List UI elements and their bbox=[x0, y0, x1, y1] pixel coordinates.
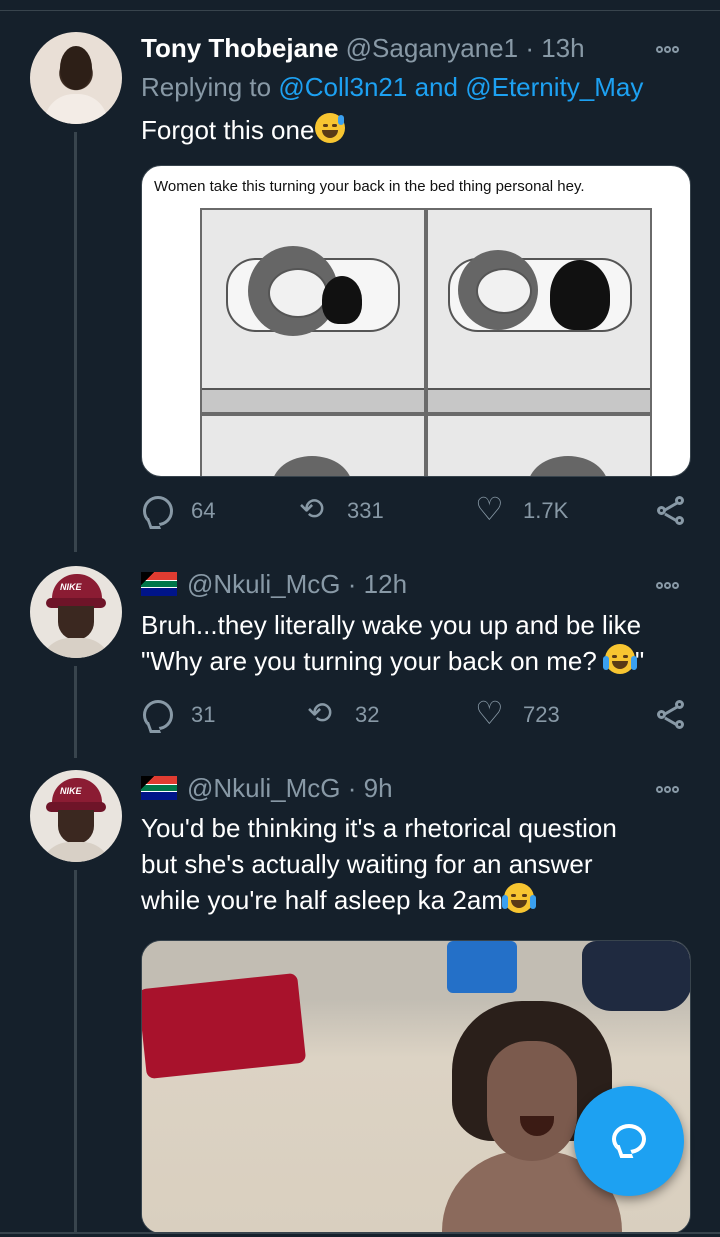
avatar[interactable]: NIKE bbox=[30, 770, 122, 862]
handle[interactable]: @Nkuli_McG bbox=[187, 773, 341, 803]
comic-panel bbox=[200, 414, 426, 476]
like-count: 1.7K bbox=[523, 498, 569, 523]
south-africa-flag-icon bbox=[141, 572, 177, 596]
reply-button[interactable]: 64 bbox=[143, 496, 215, 526]
retweet-button[interactable]: 331 bbox=[299, 492, 384, 527]
reply-count: 31 bbox=[191, 702, 216, 727]
display-name[interactable]: Tony Thobejane bbox=[141, 33, 338, 63]
replying-to: Replying to @Coll3n21 and @Eternity_May bbox=[141, 72, 644, 102]
bottom-divider bbox=[0, 1232, 720, 1234]
retweet-icon bbox=[299, 492, 329, 527]
tears-of-joy-emoji-icon bbox=[501, 883, 536, 913]
thread-line bbox=[74, 666, 77, 758]
share-button[interactable] bbox=[657, 700, 705, 730]
avatar[interactable]: NIKE bbox=[30, 566, 122, 658]
tweet-actions: 31 32 723 bbox=[141, 694, 701, 740]
more-options-icon[interactable] bbox=[656, 780, 690, 794]
retweet-count: 32 bbox=[355, 702, 380, 727]
south-africa-flag-icon bbox=[141, 776, 177, 800]
tweet-image[interactable]: Women take this turning your back in the… bbox=[141, 165, 691, 477]
tweet-text: You'd be thinking it's a rhetorical ques… bbox=[141, 813, 617, 915]
timestamp[interactable]: · 12h bbox=[348, 569, 407, 599]
reply-button[interactable]: 31 bbox=[143, 700, 215, 730]
handle[interactable]: @Saganyane1 bbox=[346, 33, 518, 63]
share-button[interactable] bbox=[657, 496, 705, 526]
tweet-text: Bruh...they literally wake you up and be… bbox=[141, 610, 645, 676]
reply-count: 64 bbox=[191, 498, 216, 523]
comment-icon bbox=[143, 700, 173, 730]
like-count: 723 bbox=[523, 702, 560, 727]
image-caption: Women take this turning your back in the… bbox=[154, 178, 585, 195]
tweet-text: Forgot this one bbox=[141, 112, 701, 148]
tweet-header: Tony Thobejane @Saganyane1 · 13h bbox=[141, 32, 585, 64]
sweat-smile-emoji-icon bbox=[315, 113, 346, 143]
thread-line bbox=[74, 870, 77, 1232]
tears-of-joy-emoji-icon bbox=[603, 644, 638, 674]
retweet-count: 331 bbox=[347, 498, 384, 523]
timestamp[interactable]: · 13h bbox=[525, 33, 584, 63]
timestamp[interactable]: · 9h bbox=[348, 773, 393, 803]
like-button[interactable]: 723 bbox=[475, 694, 560, 732]
share-icon bbox=[657, 496, 687, 526]
comic-panel bbox=[426, 208, 652, 414]
comic-panel bbox=[200, 208, 426, 414]
top-divider bbox=[0, 10, 720, 11]
more-options-icon[interactable] bbox=[656, 576, 690, 590]
thread-line bbox=[74, 132, 77, 552]
mention-link[interactable]: @Eternity_May bbox=[465, 72, 643, 102]
tweet-header: @Nkuli_McG · 12h bbox=[141, 568, 407, 600]
chat-bubble-icon bbox=[612, 1124, 646, 1154]
retweet-icon bbox=[307, 696, 337, 731]
heart-icon bbox=[475, 694, 505, 732]
comic-panel bbox=[426, 414, 652, 476]
tweet-actions: 64 331 1.7K bbox=[141, 490, 701, 536]
retweet-button[interactable]: 32 bbox=[307, 696, 380, 731]
share-icon bbox=[657, 700, 687, 730]
mention-link[interactable]: @Coll3n21 bbox=[278, 72, 407, 102]
heart-icon bbox=[475, 490, 505, 528]
avatar[interactable] bbox=[30, 32, 122, 124]
comment-icon bbox=[143, 496, 173, 526]
handle[interactable]: @Nkuli_McG bbox=[187, 569, 341, 599]
tweet-header: @Nkuli_McG · 9h bbox=[141, 772, 393, 804]
more-options-icon[interactable] bbox=[656, 40, 690, 54]
compose-reply-button[interactable] bbox=[574, 1086, 684, 1196]
like-button[interactable]: 1.7K bbox=[475, 490, 569, 528]
